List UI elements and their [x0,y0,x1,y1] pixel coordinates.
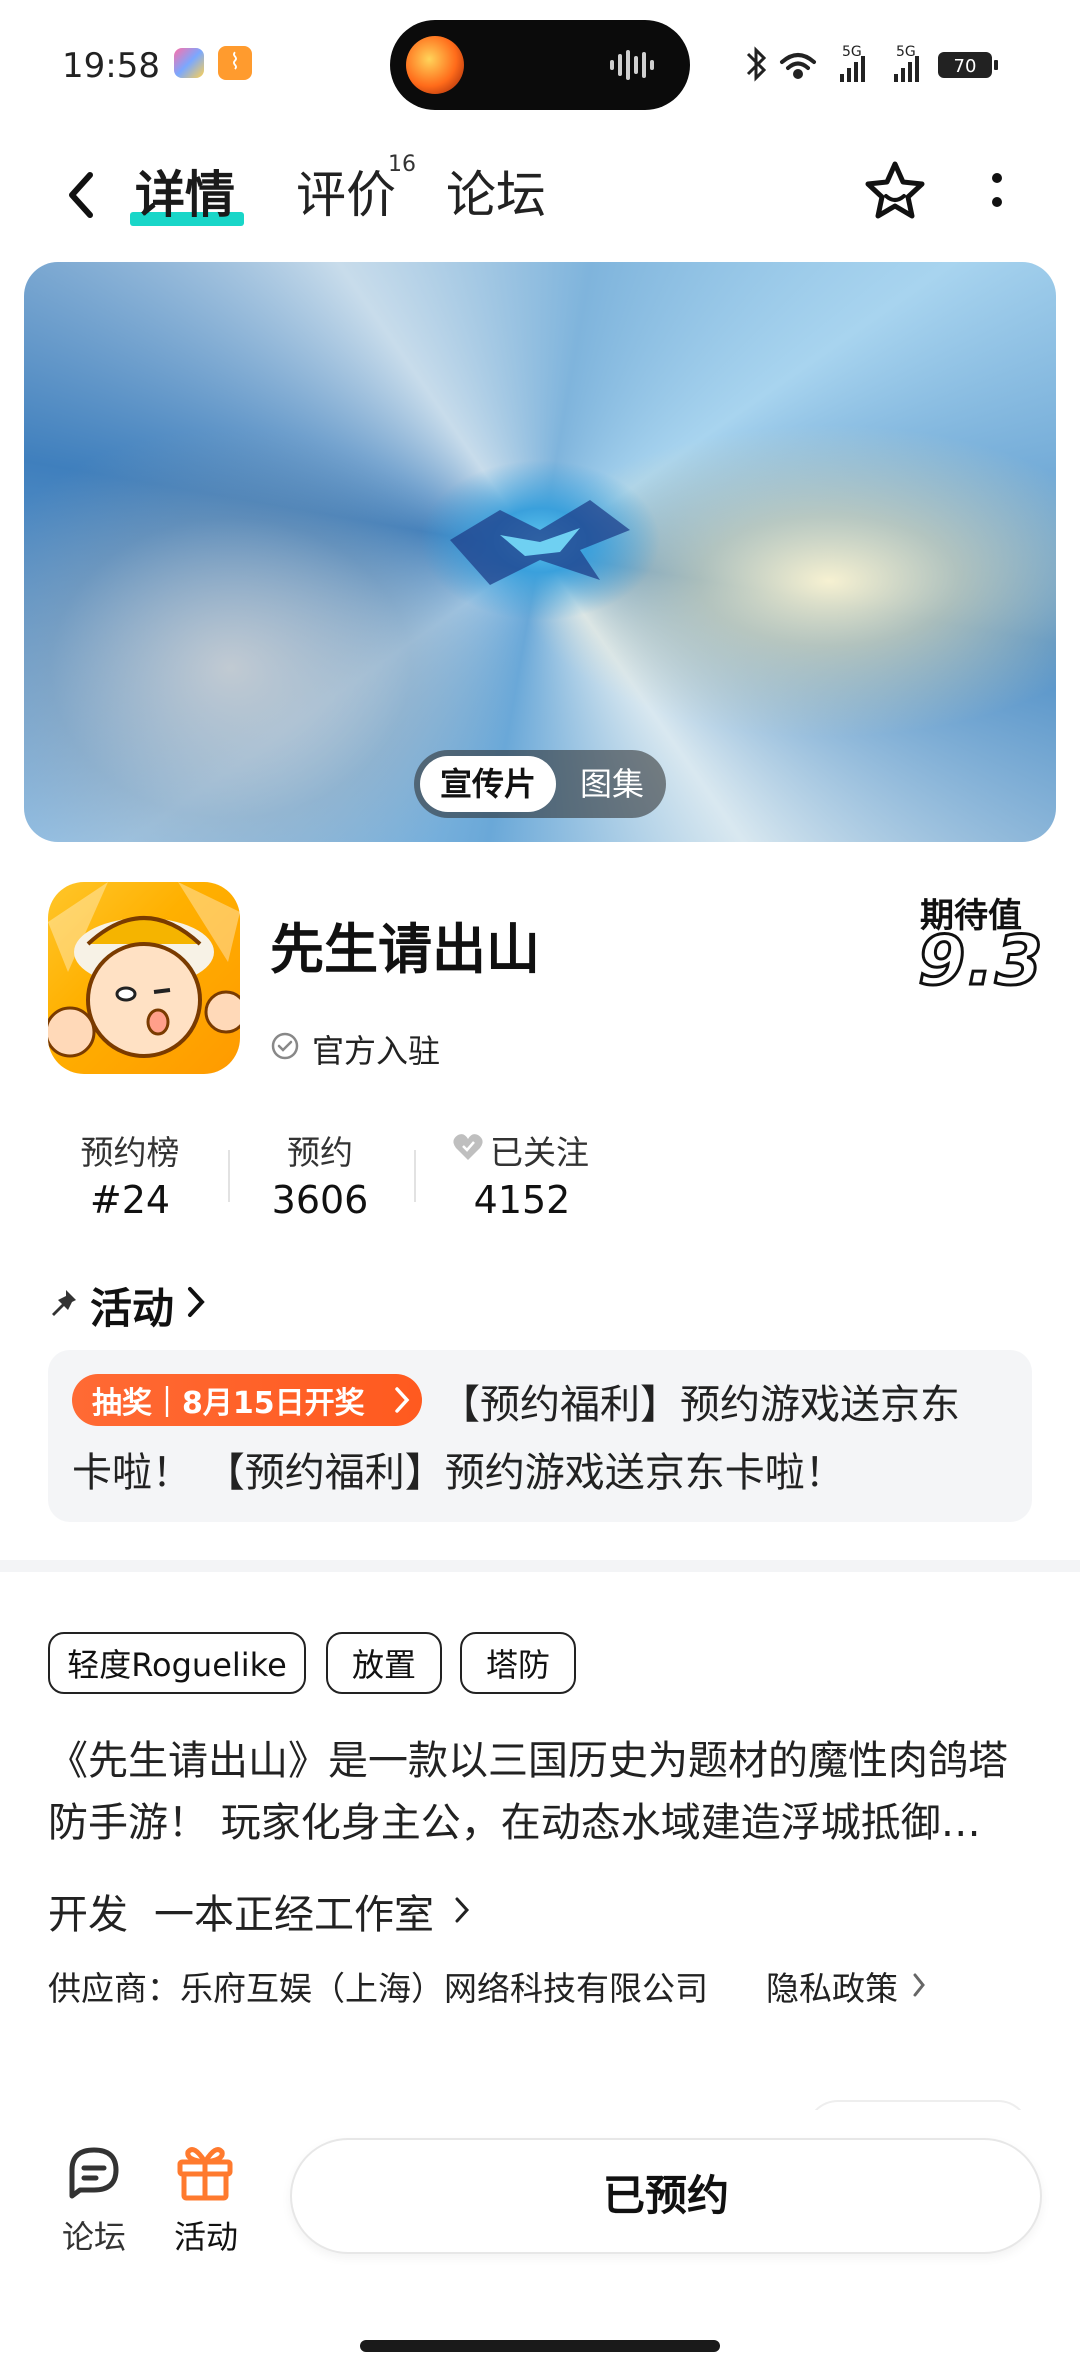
stat-divider [414,1150,416,1202]
more-icon[interactable] [982,166,1012,216]
tag-idle[interactable]: 放置 [326,1632,442,1694]
activity-text-line-2: 卡啦！ 【预约福利】预约游戏送京东卡啦！ [72,1450,845,1496]
wifi-icon [780,53,816,79]
supplier-info: 供应商：乐府互娱（上海）网络科技有限公司 [48,1969,708,2008]
chevron-right-icon[interactable] [454,1896,470,1924]
tab-forum[interactable]: 论坛 [446,155,546,227]
tab-review[interactable]: 评价 [296,155,396,227]
home-indicator[interactable] [360,2340,720,2352]
bottom-activity-label[interactable]: 活动 [174,2212,238,2258]
back-icon[interactable] [58,165,102,225]
status-icons: 5G 5G 70 [746,44,998,82]
review-count-badge: 16 [388,152,416,177]
bottom-forum-label[interactable]: 论坛 [62,2212,126,2258]
battery-icon: 70 [938,52,998,78]
game-icon [48,882,240,1074]
star-icon[interactable] [862,158,928,224]
pin-icon [52,1290,76,1316]
section-divider [0,1560,1080,1572]
forum-icon[interactable] [62,2140,126,2204]
banner-art [450,500,630,585]
chevron-right-icon[interactable] [912,1972,926,1998]
stat-divider [228,1150,230,1202]
game-icon-art [48,882,240,1058]
bluetooth-icon [746,46,767,82]
game-title: 先生请出山 [270,918,540,981]
notification-app-icon-2: ⌇ [218,46,252,80]
stat-rank-label[interactable]: 预约榜 [60,1126,200,1174]
chevron-right-icon [395,1387,410,1413]
official-badge: 官方入驻 [312,1032,441,1070]
audio-wave-icon [610,50,654,80]
toggle-gallery[interactable]: 图集 [564,756,660,812]
verified-icon [271,1032,299,1060]
tab-detail[interactable]: 详情 [135,155,235,227]
stat-follow-value: 4152 [473,1178,571,1222]
stat-reserve-value: 3606 [271,1178,369,1222]
gift-icon[interactable] [172,2138,238,2204]
expectation-score: 9.3 [916,921,1045,1003]
status-time: 19:58 [62,46,160,86]
chevron-right-icon[interactable] [186,1285,206,1319]
stat-rank-value[interactable]: #24 [60,1178,200,1222]
developer-name[interactable]: 一本正经工作室 [154,1882,434,1940]
notification-app-icon [174,48,204,78]
lottery-badge-label: 抽奖｜8月15日开奖 [92,1386,365,1421]
stat-follow-label[interactable]: 已关注 [490,1126,589,1174]
battery-level: 70 [954,56,977,77]
tag-tower-defense[interactable]: 塔防 [460,1632,576,1694]
developer-label: 开发 [48,1892,128,1938]
now-playing-thumbnail [406,36,464,94]
activity-section-title[interactable]: 活动 [90,1275,174,1336]
reserved-button[interactable]: 已预约 [290,2138,1042,2254]
signal-5g-label: 5G [842,44,862,60]
game-description[interactable]: 《先生请出山》是一款以三国历史为题材的魔性肉鸽塔防手游！ 玩家化身主公，在动态水… [48,1730,1038,1854]
signal-5g-label-2: 5G [896,44,916,60]
tag-roguelike[interactable]: 轻度Roguelike [48,1632,306,1694]
privacy-policy-link[interactable]: 隐私政策 [766,1962,898,2010]
heart-icon [453,1134,483,1160]
toggle-trailer[interactable]: 宣传片 [420,756,556,812]
stat-reserve-label: 预约 [287,1133,353,1172]
activity-text-line-1: 【预约福利】预约游戏送京东 [440,1382,960,1428]
